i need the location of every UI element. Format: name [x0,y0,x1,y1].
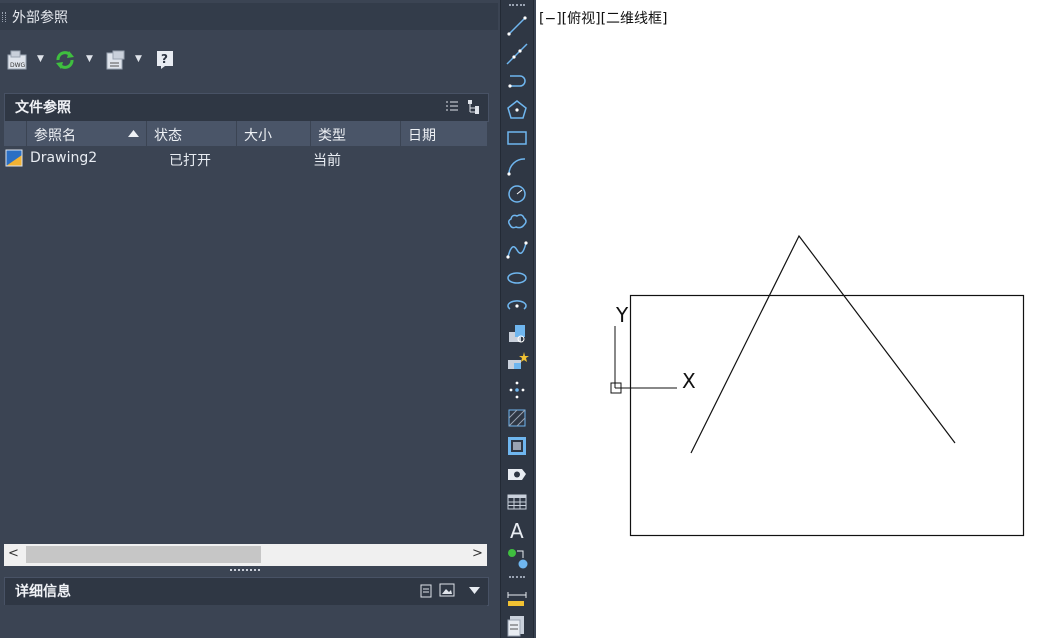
attach-dwg-icon: DWG [7,50,27,70]
refresh-dropdown-arrow[interactable]: ▼ [86,54,93,64]
attach-dropdown-arrow[interactable]: ▼ [37,54,44,64]
svg-text:?: ? [161,52,168,66]
file-references-header: 文件参照 [4,93,489,122]
toolbar-grip[interactable] [509,4,525,9]
ucs-y-label: Y [615,303,629,327]
column-header-size[interactable]: 大小 [237,121,311,146]
column-header-icon [4,121,27,146]
spline-icon[interactable] [504,237,530,263]
table-row[interactable]: Drawing2 已打开 当前 [4,146,487,172]
help-icon: ? [157,51,173,69]
preview-icon[interactable] [439,583,455,597]
multiline-text-icon[interactable]: A [504,517,530,543]
gradient-icon[interactable] [504,433,530,459]
scrollbar-thumb[interactable] [26,546,261,563]
svg-text:A: A [510,519,524,543]
palette-title-bar[interactable]: 外部参照 [0,3,498,30]
toolbar-grip-2[interactable] [509,576,525,581]
attach-dwg-button[interactable]: DWG [6,49,36,73]
sort-ascending-icon [128,130,139,137]
details-title: 详细信息 [15,584,71,600]
arc-icon[interactable] [504,153,530,179]
rectangle-icon[interactable] [504,125,530,151]
drawing-viewport[interactable]: [−][俯视][二维线框] X Y [536,0,1054,638]
xref-palette: 外部参照 DWG ▼ ▼ ▼ ? 文件参照 参照名 状态 大小 类型 日期 Dr… [0,0,498,638]
list-view-icon[interactable] [445,100,459,114]
palette-title: 外部参照 [12,10,68,26]
drawn-triangle-lines[interactable] [690,234,956,454]
details-properties-icon[interactable] [419,584,433,598]
column-header-name[interactable]: 参照名 [27,121,147,146]
drawing-canvas[interactable]: X Y [536,0,1054,638]
hatch-icon[interactable] [504,405,530,431]
insert-block-icon[interactable] [504,321,530,347]
refresh-icon [56,51,74,69]
svg-text:DWG: DWG [10,62,26,69]
references-list: Drawing2 已打开 当前 [4,146,487,544]
change-path-dropdown-arrow[interactable]: ▼ [135,54,142,64]
column-header-date[interactable]: 日期 [401,121,487,146]
circle-icon[interactable] [504,181,530,207]
polyline-icon[interactable] [504,69,530,95]
measure-icon[interactable] [504,587,530,613]
change-path-button[interactable] [104,49,132,73]
draw-toolbar: A [500,0,534,638]
refresh-button[interactable] [54,49,80,73]
chevron-down-icon[interactable] [469,587,480,594]
references-grid-header: 参照名 状态 大小 类型 日期 [4,121,487,146]
add-selected-icon[interactable] [504,545,530,571]
panel-splitter[interactable] [230,569,260,575]
column-header-status[interactable]: 状态 [147,121,237,146]
construction-line-icon[interactable] [504,41,530,67]
properties-icon[interactable] [504,612,530,638]
horizontal-scrollbar[interactable]: < > [4,544,487,566]
palette-grip[interactable] [2,12,6,22]
drawing-file-icon [5,149,23,167]
ucs-x-label: X [682,369,696,393]
point-icon[interactable] [504,377,530,403]
file-references-title: 文件参照 [15,100,71,116]
scroll-left-icon[interactable]: < [8,546,19,561]
ref-status: 已打开 [169,153,211,169]
scroll-right-icon[interactable]: > [472,546,483,561]
column-header-type[interactable]: 类型 [311,121,401,146]
region-icon[interactable] [504,461,530,487]
ellipse-arc-icon[interactable] [504,293,530,319]
polygon-icon[interactable] [504,97,530,123]
revision-cloud-icon[interactable] [504,209,530,235]
help-button[interactable]: ? [155,49,177,73]
create-block-icon[interactable] [504,349,530,375]
drawn-rectangle[interactable] [629,294,1025,537]
ref-type: 当前 [313,153,341,169]
ref-name: Drawing2 [30,150,98,166]
table-icon[interactable] [504,489,530,515]
change-path-icon [106,50,125,70]
details-header: 详细信息 [4,577,489,606]
details-body [4,605,487,638]
ellipse-icon[interactable] [504,265,530,291]
line-icon[interactable] [504,13,530,39]
tree-view-icon[interactable] [467,99,481,115]
